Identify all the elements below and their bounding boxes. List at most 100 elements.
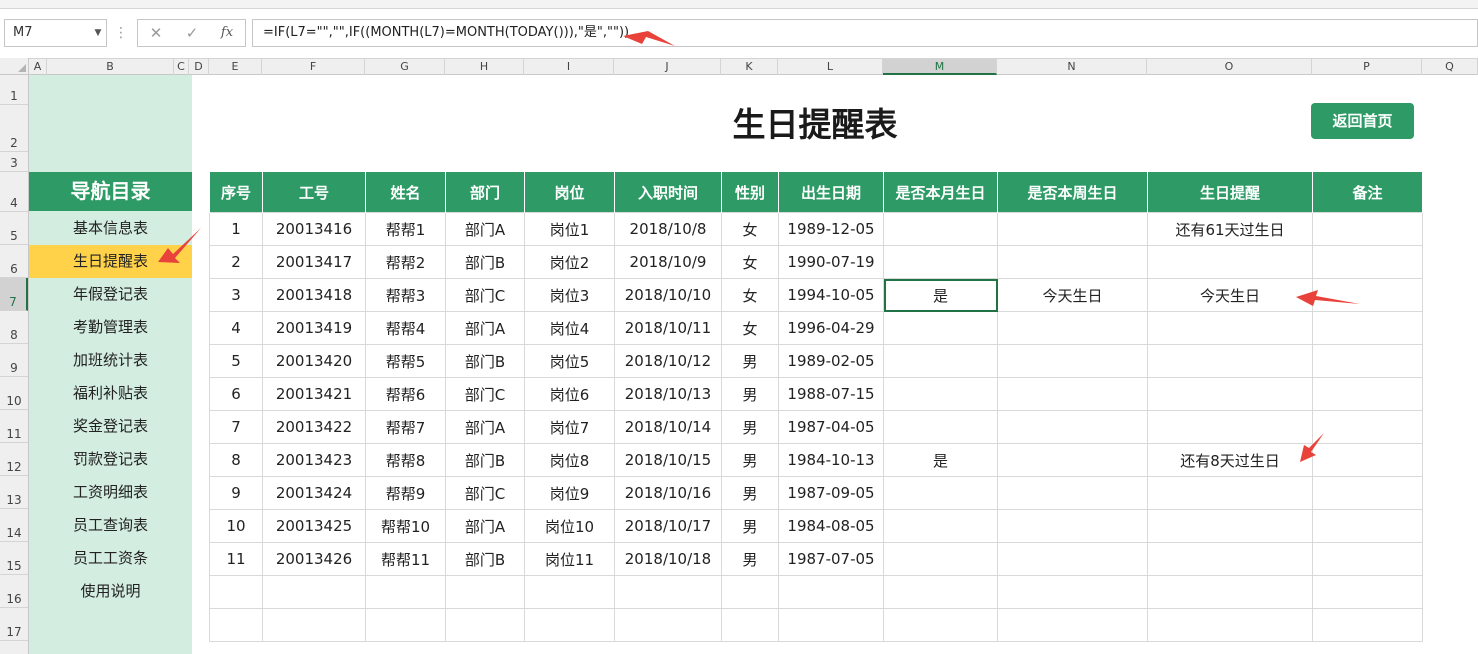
table-cell[interactable]: 11 (209, 542, 263, 576)
table-cell[interactable]: 1987-04-05 (778, 410, 884, 444)
table-cell[interactable] (997, 608, 1148, 642)
row-header-2[interactable]: 2 (0, 105, 28, 152)
table-cell[interactable] (1147, 245, 1313, 279)
table-cell[interactable] (1312, 278, 1423, 312)
column-header-q[interactable]: Q (1422, 59, 1478, 75)
table-cell[interactable]: 1984-10-13 (778, 443, 884, 477)
table-cell[interactable]: 20013419 (262, 311, 366, 345)
formula-input[interactable]: =IF(L7="","",IF((MONTH(L7)=MONTH(TODAY()… (252, 19, 1478, 47)
table-cell[interactable]: 2018/10/13 (614, 377, 722, 411)
row-header-13[interactable]: 13 (0, 476, 28, 509)
row-header-4[interactable]: 4 (0, 172, 28, 212)
table-cell[interactable]: 1988-07-15 (778, 377, 884, 411)
table-cell[interactable] (883, 410, 998, 444)
table-cell[interactable]: 帮帮10 (365, 509, 446, 543)
table-cell[interactable] (883, 509, 998, 543)
table-cell[interactable] (883, 311, 998, 345)
nav-item[interactable]: 员工工资条 (29, 542, 192, 575)
table-cell[interactable]: 2018/10/9 (614, 245, 722, 279)
nav-item[interactable]: 工资明细表 (29, 476, 192, 509)
column-header-c[interactable]: C (174, 59, 189, 75)
table-cell[interactable] (1312, 344, 1423, 378)
table-cell[interactable]: 男 (721, 509, 779, 543)
table-cell[interactable]: 1996-04-29 (778, 311, 884, 345)
table-cell[interactable] (1312, 410, 1423, 444)
table-cell[interactable] (365, 575, 446, 609)
chevron-down-icon[interactable]: ▼ (89, 19, 107, 47)
table-cell[interactable]: 帮帮9 (365, 476, 446, 510)
row-header-15[interactable]: 15 (0, 542, 28, 575)
column-header-n[interactable]: N (997, 59, 1147, 75)
table-cell[interactable] (524, 575, 615, 609)
table-cell[interactable] (1147, 410, 1313, 444)
table-cell[interactable] (997, 344, 1148, 378)
table-cell[interactable]: 2018/10/14 (614, 410, 722, 444)
table-cell[interactable]: 1994-10-05 (778, 278, 884, 312)
table-cell[interactable]: 帮帮4 (365, 311, 446, 345)
insert-function-icon[interactable]: fx (211, 20, 243, 46)
table-cell[interactable]: 还有61天过生日 (1147, 212, 1313, 246)
table-cell[interactable] (1147, 377, 1313, 411)
table-cell[interactable]: 部门A (445, 410, 525, 444)
nav-item[interactable]: 福利补贴表 (29, 377, 192, 410)
column-header-k[interactable]: K (721, 59, 778, 75)
table-cell[interactable]: 20013417 (262, 245, 366, 279)
table-cell[interactable]: 男 (721, 344, 779, 378)
table-cell[interactable]: 部门B (445, 245, 525, 279)
table-cell[interactable] (1312, 542, 1423, 576)
column-header-m[interactable]: M (883, 59, 997, 75)
table-cell[interactable] (1147, 344, 1313, 378)
table-cell[interactable] (721, 575, 779, 609)
table-cell[interactable]: 今天生日 (1147, 278, 1313, 312)
table-cell[interactable]: 部门A (445, 509, 525, 543)
table-cell[interactable]: 20013423 (262, 443, 366, 477)
column-header-g[interactable]: G (365, 59, 445, 75)
table-cell[interactable]: 还有8天过生日 (1147, 443, 1313, 477)
nav-item[interactable]: 员工查询表 (29, 509, 192, 542)
table-cell[interactable] (1312, 245, 1423, 279)
table-cell[interactable]: 部门A (445, 311, 525, 345)
table-cell[interactable]: 部门C (445, 377, 525, 411)
table-cell[interactable] (365, 608, 446, 642)
table-cell[interactable] (1312, 476, 1423, 510)
table-cell[interactable]: 帮帮8 (365, 443, 446, 477)
table-cell[interactable]: 8 (209, 443, 263, 477)
nav-item[interactable]: 使用说明 (29, 575, 192, 608)
nav-item[interactable]: 奖金登记表 (29, 410, 192, 443)
table-cell[interactable] (883, 476, 998, 510)
table-cell[interactable] (1147, 509, 1313, 543)
table-cell[interactable] (997, 476, 1148, 510)
table-cell[interactable]: 20013420 (262, 344, 366, 378)
table-cell[interactable] (1147, 311, 1313, 345)
table-cell[interactable]: 部门B (445, 344, 525, 378)
row-header-11[interactable]: 11 (0, 410, 28, 443)
column-header-h[interactable]: H (445, 59, 524, 75)
table-cell[interactable] (883, 575, 998, 609)
table-cell[interactable] (1312, 443, 1423, 477)
table-cell[interactable]: 今天生日 (997, 278, 1148, 312)
table-cell[interactable]: 2018/10/17 (614, 509, 722, 543)
table-cell[interactable]: 部门B (445, 542, 525, 576)
table-cell[interactable] (997, 212, 1148, 246)
enter-icon[interactable]: ✓ (176, 20, 208, 46)
row-header-9[interactable]: 9 (0, 344, 28, 377)
nav-item[interactable]: 生日提醒表 (29, 245, 192, 278)
column-header-b[interactable]: B (47, 59, 174, 75)
table-cell[interactable]: 1984-08-05 (778, 509, 884, 543)
column-header-d[interactable]: D (189, 59, 209, 75)
table-cell[interactable]: 5 (209, 344, 263, 378)
table-cell[interactable]: 9 (209, 476, 263, 510)
table-cell[interactable] (445, 608, 525, 642)
table-cell[interactable]: 岗位4 (524, 311, 615, 345)
table-cell[interactable]: 男 (721, 476, 779, 510)
table-cell[interactable]: 部门B (445, 443, 525, 477)
table-cell[interactable]: 岗位6 (524, 377, 615, 411)
cancel-icon[interactable]: ✕ (140, 20, 172, 46)
row-header-5[interactable]: 5 (0, 212, 28, 245)
table-cell[interactable]: 2018/10/15 (614, 443, 722, 477)
table-cell[interactable]: 岗位9 (524, 476, 615, 510)
table-cell[interactable] (997, 311, 1148, 345)
table-cell[interactable]: 2018/10/11 (614, 311, 722, 345)
table-cell[interactable] (209, 608, 263, 642)
table-cell[interactable] (997, 245, 1148, 279)
